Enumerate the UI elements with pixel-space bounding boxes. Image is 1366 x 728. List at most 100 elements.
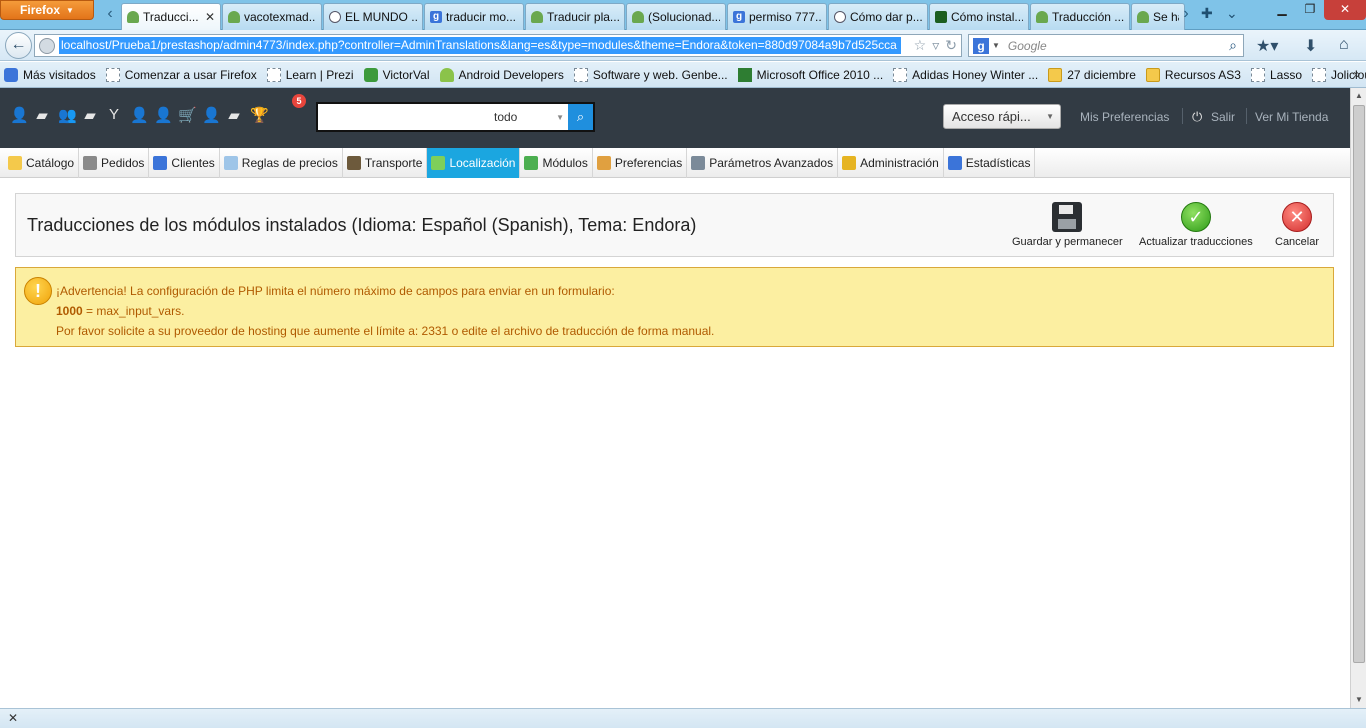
bookmark-label: Adidas Honey Winter ... bbox=[912, 67, 1039, 82]
bookmark-item[interactable]: Learn | Prezi bbox=[266, 67, 354, 82]
menu-tab[interactable]: Clientes bbox=[149, 148, 220, 178]
menu-tab-icon bbox=[947, 156, 962, 170]
chat-icon[interactable]: ▰ bbox=[82, 106, 98, 124]
new-tab-plus-icon[interactable]: ✚ bbox=[1201, 5, 1213, 22]
window-close-icon[interactable]: ✕ bbox=[1324, 0, 1366, 20]
search-icon[interactable]: ⌕ bbox=[1229, 37, 1237, 54]
menu-tab[interactable]: Reglas de precios bbox=[220, 148, 343, 178]
menu-tab-label: Estadísticas bbox=[965, 156, 1031, 170]
drink-icon[interactable]: Y bbox=[106, 106, 122, 124]
menu-tab[interactable]: Transporte bbox=[343, 148, 428, 178]
bookmark-item[interactable]: Más visitados bbox=[4, 67, 96, 82]
green-favicon-icon bbox=[935, 11, 947, 23]
home-icon[interactable]: ⌂ bbox=[1339, 36, 1349, 54]
bookmark-item[interactable]: 27 diciembre bbox=[1048, 67, 1136, 82]
bookmark-star-icon[interactable]: ☆ bbox=[914, 37, 927, 54]
url-text[interactable]: localhost/Prueba1/prestashop/admin4773/i… bbox=[59, 37, 901, 54]
tab-close-icon[interactable]: ✕ bbox=[205, 10, 215, 24]
user-icon[interactable]: 👤 bbox=[130, 106, 149, 124]
downloads-arrow-icon[interactable]: ⬇ bbox=[1304, 36, 1317, 56]
vertical-scrollbar[interactable]: ▲ ▼ bbox=[1350, 88, 1366, 708]
browser-tab-label: EL MUNDO ... bbox=[345, 10, 417, 24]
my-preferences-link[interactable]: Mis Preferencias bbox=[1080, 110, 1169, 124]
cart-icon[interactable]: 🛒 bbox=[178, 106, 197, 124]
back-arrow-icon[interactable]: ← bbox=[5, 32, 32, 59]
view-store-link[interactable]: Ver Mi Tienda bbox=[1255, 110, 1328, 124]
menu-tab[interactable]: Módulos bbox=[520, 148, 593, 178]
menu-tab[interactable]: Preferencias bbox=[593, 148, 688, 178]
bookmark-item[interactable]: Adidas Honey Winter ... bbox=[893, 67, 1039, 82]
reload-icon[interactable]: ↻ bbox=[945, 37, 957, 54]
power-icon[interactable]: ⏻ bbox=[1192, 109, 1202, 125]
admin-search-input[interactable] bbox=[318, 104, 488, 130]
maximize-icon[interactable]: ❐ bbox=[1296, 0, 1324, 20]
browser-tab[interactable]: g permiso 777... bbox=[727, 3, 827, 30]
comment-icon[interactable]: ▰ bbox=[226, 106, 242, 124]
update-translations-button[interactable]: ✓ Actualizar traducciones bbox=[1139, 202, 1253, 248]
quick-access-select[interactable]: Acceso rápi... ▼ bbox=[943, 104, 1061, 129]
url-bar[interactable]: localhost/Prueba1/prestashop/admin4773/i… bbox=[34, 34, 962, 57]
globe-favicon-icon bbox=[834, 11, 846, 23]
bookmark-label: Software y web. Genbe... bbox=[592, 67, 728, 82]
cancel-button[interactable]: ✕ Cancelar bbox=[1275, 202, 1319, 248]
close-icon[interactable]: ✕ bbox=[8, 711, 18, 725]
menu-tab[interactable]: Estadísticas bbox=[944, 148, 1036, 178]
engine-dropdown-icon[interactable]: ▼ bbox=[992, 41, 1000, 50]
browser-tab[interactable]: vacotexmad... bbox=[222, 3, 322, 30]
browser-tab[interactable]: Traducir pla... bbox=[525, 3, 625, 30]
bookmark-label: Android Developers bbox=[458, 67, 564, 82]
browser-tab[interactable]: Cómo instal... bbox=[929, 3, 1029, 30]
search-scope-select[interactable]: todo ▼ bbox=[488, 104, 568, 130]
browser-tab[interactable]: EL MUNDO ... bbox=[323, 3, 423, 30]
menu-tab[interactable]: Administración bbox=[838, 148, 944, 178]
bookmarks-overflow-icon[interactable]: » bbox=[1353, 67, 1360, 81]
scrollbar-thumb[interactable] bbox=[1353, 105, 1365, 663]
logout-link[interactable]: Salir bbox=[1211, 110, 1235, 124]
menu-tab-icon bbox=[431, 156, 446, 170]
browser-tab[interactable]: Cómo dar p... bbox=[828, 3, 928, 30]
site-identity-icon[interactable] bbox=[39, 37, 55, 54]
list-all-tabs-icon[interactable]: ⌄ bbox=[1226, 5, 1238, 22]
user-icon[interactable]: 👤 bbox=[202, 106, 221, 124]
message-icon[interactable]: ▰ bbox=[34, 106, 50, 124]
browser-tab[interactable]: Se ha bbox=[1131, 3, 1185, 30]
bookmark-item[interactable]: VictorVal bbox=[363, 67, 430, 82]
new-customer-icon[interactable]: 👤 bbox=[10, 106, 29, 124]
bookmark-item[interactable]: Software y web. Genbe... bbox=[573, 67, 728, 82]
browser-tab[interactable]: (Solucionad... bbox=[626, 3, 726, 30]
save-and-stay-button[interactable]: Guardar y permanecer bbox=[1012, 202, 1123, 248]
bookmark-item[interactable]: Comenzar a usar Firefox bbox=[105, 67, 257, 82]
page-bookmark-icon bbox=[893, 67, 908, 82]
bookmark-item[interactable]: Microsoft Office 2010 ... bbox=[737, 67, 883, 82]
max-input-vars-value: 1000 bbox=[56, 304, 83, 318]
tab-scroll-right-icon[interactable]: › bbox=[1178, 6, 1194, 26]
browser-tab-label: Traducción ... bbox=[1052, 10, 1124, 24]
bookmark-item[interactable]: Lasso bbox=[1250, 67, 1302, 82]
search-icon: ⌕ bbox=[576, 109, 585, 124]
google-engine-icon[interactable]: g bbox=[973, 37, 989, 54]
menu-tab-label: Preferencias bbox=[614, 156, 683, 170]
menu-tab[interactable]: Localización bbox=[427, 148, 521, 178]
user-icon[interactable]: 👤 bbox=[154, 106, 173, 124]
bookmark-item[interactable]: Recursos AS3 bbox=[1145, 67, 1241, 82]
customers-icon[interactable]: 👥 bbox=[58, 106, 77, 124]
search-bar[interactable]: g ▼ Google ⌕ bbox=[968, 34, 1244, 57]
bookmarks-menu-icon[interactable]: ★▾ bbox=[1256, 36, 1278, 56]
history-dropdown-icon[interactable]: ▿ bbox=[932, 37, 939, 54]
search-submit-button[interactable]: ⌕ bbox=[568, 104, 593, 130]
menu-tab[interactable]: Catálogo bbox=[4, 148, 80, 178]
bookmark-label: Más visitados bbox=[23, 67, 96, 82]
menu-tab[interactable]: Pedidos bbox=[79, 148, 150, 178]
trophy-icon[interactable]: 🏆 bbox=[250, 106, 269, 124]
search-placeholder[interactable]: Google bbox=[1008, 39, 1229, 53]
scroll-down-icon[interactable]: ▼ bbox=[1351, 692, 1366, 708]
menu-tab[interactable]: Parámetros Avanzados bbox=[687, 148, 839, 178]
firefox-menu-button[interactable]: Firefox ▼ bbox=[0, 0, 94, 20]
browser-tab[interactable]: Traducción ... bbox=[1030, 3, 1130, 30]
minimize-icon[interactable]: ▁ bbox=[1268, 0, 1296, 20]
bookmark-item[interactable]: Android Developers bbox=[439, 67, 564, 82]
scroll-up-icon[interactable]: ▲ bbox=[1351, 88, 1366, 104]
browser-tab[interactable]: g traducir mo... bbox=[424, 3, 524, 30]
tab-scroll-left-icon[interactable]: ‹ bbox=[102, 6, 118, 26]
browser-tab[interactable]: Traducci... ✕ bbox=[121, 3, 221, 30]
